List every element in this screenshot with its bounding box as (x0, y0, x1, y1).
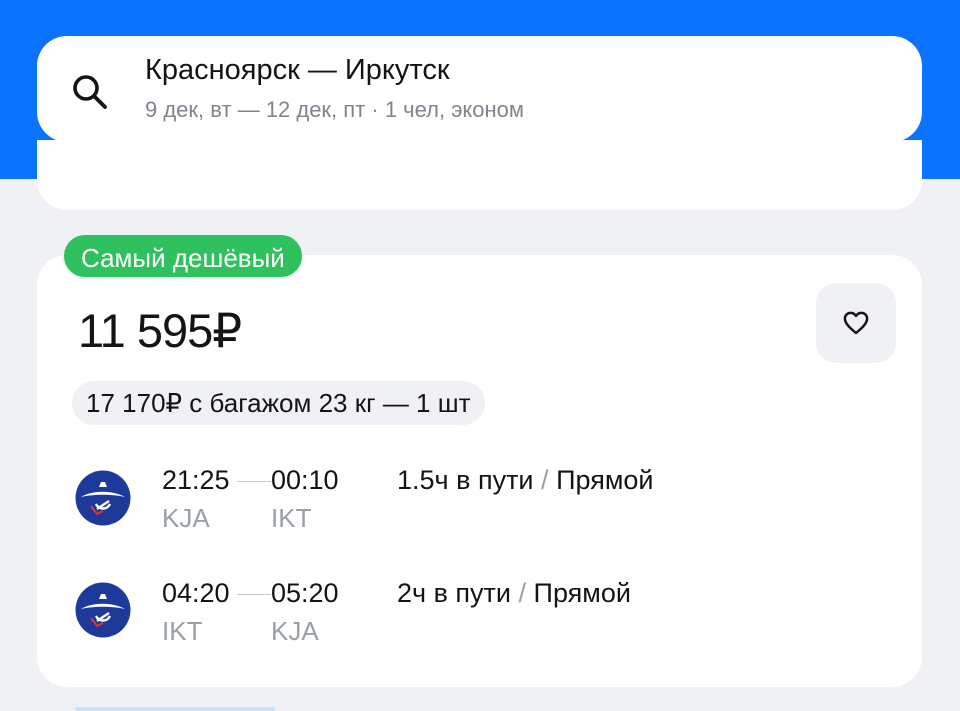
segment-1-to-code: IKT (271, 503, 312, 533)
previous-card (37, 140, 922, 210)
search-details[interactable]: 9 дек, вт — 12 дек, пт · 1 чел, эконом (145, 97, 524, 123)
heart-icon (843, 311, 869, 335)
segment-2-arrive-time: 05:20 (271, 578, 339, 608)
segment-2-duration: 2ч в пути (397, 578, 511, 608)
segment-2-to-code: KJA (271, 616, 319, 646)
segment-1-type: Прямой (556, 465, 654, 495)
segment-1-from-code: KJA (162, 503, 210, 533)
next-card-edge (75, 707, 275, 711)
segment-2-depart-time: 04:20 (162, 578, 230, 608)
segment-2-time-divider (237, 594, 271, 595)
offer-price: 11 595₽ (78, 304, 242, 357)
search-bar[interactable] (37, 36, 922, 142)
cheapest-badge: Самый дешёвый (62, 233, 304, 279)
segment-1-duration-line: 1.5ч в пути / Прямой (397, 465, 653, 496)
segment-2-duration-line: 2ч в пути / Прямой (397, 578, 631, 609)
segment-1-arrive-time: 00:10 (271, 465, 339, 495)
segment-1-separator: / (541, 465, 549, 495)
segment-2-from-code: IKT (162, 616, 203, 646)
segment-1-time-divider (237, 481, 271, 482)
aeroflot-logo-icon (75, 582, 131, 638)
segment-2-separator: / (518, 578, 527, 608)
segment-1-depart-time: 21:25 (162, 465, 230, 495)
baggage-price[interactable]: 17 170₽ с багажом 23 кг — 1 шт (72, 381, 485, 425)
search-route[interactable]: Красноярск — Иркутск (145, 54, 450, 87)
search-icon[interactable] (68, 70, 112, 114)
segment-1-duration: 1.5ч в пути (397, 465, 534, 495)
segment-2-type: Прямой (533, 578, 631, 608)
aeroflot-logo-icon (75, 470, 131, 526)
favorite-button[interactable] (816, 283, 896, 363)
